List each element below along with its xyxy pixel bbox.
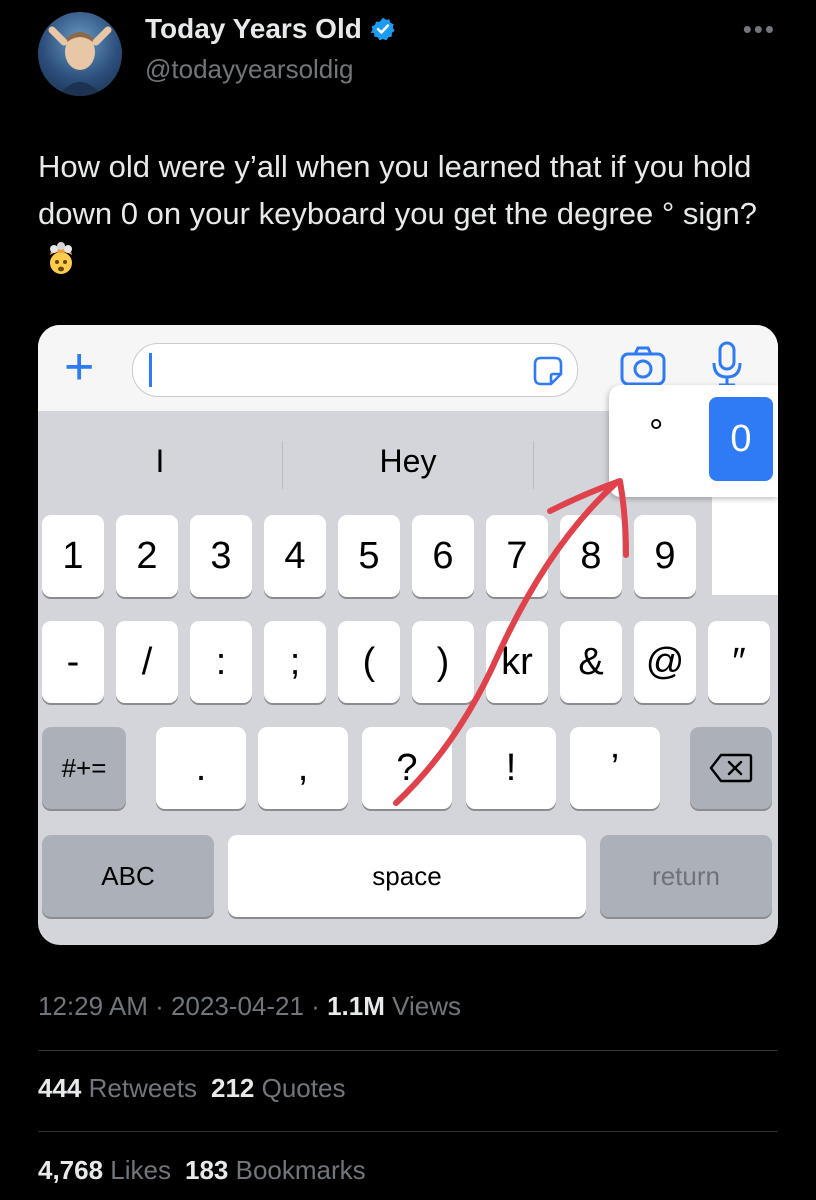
key-7[interactable]: 7 <box>486 515 548 597</box>
author-handle[interactable]: @todayyearsoldig <box>145 54 354 85</box>
key-2[interactable]: 2 <box>116 515 178 597</box>
key-quote[interactable]: ″ <box>708 621 770 703</box>
likes-count: 4,768 <box>38 1155 104 1185</box>
likes-stat[interactable]: 4,768 Likes <box>38 1155 171 1185</box>
key-6[interactable]: 6 <box>412 515 474 597</box>
tweet-text: How old were y’all when you learned that… <box>38 143 778 284</box>
key-8[interactable]: 8 <box>560 515 622 597</box>
text-caret <box>149 353 152 387</box>
quotes-count: 212 <box>211 1073 255 1103</box>
key-exclamation[interactable]: ! <box>466 727 556 809</box>
key-5[interactable]: 5 <box>338 515 400 597</box>
delete-key[interactable] <box>690 727 772 809</box>
key-ampersand[interactable]: & <box>560 621 622 703</box>
author-name-text[interactable]: Today Years Old <box>145 13 362 45</box>
retweets-count: 444 <box>38 1073 82 1103</box>
key-close-paren[interactable]: ) <box>412 621 474 703</box>
verified-badge-icon <box>370 17 395 41</box>
like-bookmark-stats: 4,768 Likes 183 Bookmarks <box>38 1155 366 1186</box>
key-period[interactable]: . <box>156 727 246 809</box>
quotes-label: Quotes <box>254 1073 346 1103</box>
suggestion-divider <box>282 441 283 489</box>
key-question[interactable]: ? <box>362 727 452 809</box>
degree-option[interactable]: ° <box>649 411 663 453</box>
plus-icon[interactable]: + <box>64 341 94 393</box>
keyboard-screenshot[interactable]: + I Hey 1 2 3 4 5 6 7 8 9 - / : ; () kr… <box>38 325 778 945</box>
suggestion-divider <box>533 441 534 489</box>
key-slash[interactable]: / <box>116 621 178 703</box>
bookmarks-label: Bookmarks <box>228 1155 366 1185</box>
key-4[interactable]: 4 <box>264 515 326 597</box>
key-3[interactable]: 3 <box>190 515 252 597</box>
retweets-stat[interactable]: 444 Retweets <box>38 1073 197 1103</box>
return-key[interactable]: return <box>600 835 772 917</box>
views-label: Views <box>384 991 461 1021</box>
abc-key[interactable]: ABC <box>42 835 214 917</box>
suggestion-item[interactable]: I <box>38 443 282 480</box>
views-count: 1.1M <box>327 991 385 1021</box>
key-apostrophe[interactable]: ’ <box>570 727 660 809</box>
microphone-icon[interactable] <box>710 341 744 389</box>
key-9[interactable]: 9 <box>634 515 696 597</box>
key-open-paren[interactable]: ( <box>338 621 400 703</box>
more-options-icon[interactable]: ••• <box>743 14 776 45</box>
bookmarks-stat[interactable]: 183 Bookmarks <box>185 1155 366 1185</box>
divider <box>38 1050 778 1051</box>
camera-icon[interactable] <box>620 346 666 386</box>
suggestion-item[interactable]: Hey <box>284 443 532 480</box>
divider <box>38 1131 778 1132</box>
bookmarks-count: 183 <box>185 1155 229 1185</box>
symbols-toggle-key[interactable]: #+= <box>42 727 126 809</box>
zero-option[interactable]: 0 <box>709 397 773 481</box>
key-1[interactable]: 1 <box>42 515 104 597</box>
key-comma[interactable]: , <box>258 727 348 809</box>
key-semicolon[interactable]: ; <box>264 621 326 703</box>
key-at[interactable]: @ <box>634 621 696 703</box>
sticker-icon[interactable] <box>531 354 565 388</box>
timestamp-text[interactable]: 12:29 AM · 2023-04-21 · <box>38 991 327 1021</box>
avatar[interactable] <box>38 12 122 96</box>
space-key[interactable]: space <box>228 835 586 917</box>
key-colon[interactable]: : <box>190 621 252 703</box>
key-popup-stem <box>712 495 778 595</box>
likes-label: Likes <box>103 1155 171 1185</box>
tweet-timestamp[interactable]: 12:29 AM · 2023-04-21 · 1.1M Views <box>38 991 461 1022</box>
key-kr[interactable]: kr <box>486 621 548 703</box>
retweets-label: Retweets <box>81 1073 197 1103</box>
tweet-text-body: How old were y’all when you learned that… <box>38 149 757 231</box>
author-name[interactable]: Today Years Old <box>145 13 396 45</box>
message-input[interactable] <box>132 343 578 397</box>
retweet-quote-stats: 444 Retweets 212 Quotes <box>38 1073 345 1104</box>
backspace-icon <box>709 753 753 783</box>
key-dash[interactable]: - <box>42 621 104 703</box>
exploding-head-emoji <box>50 242 72 274</box>
quotes-stat[interactable]: 212 Quotes <box>211 1073 345 1103</box>
